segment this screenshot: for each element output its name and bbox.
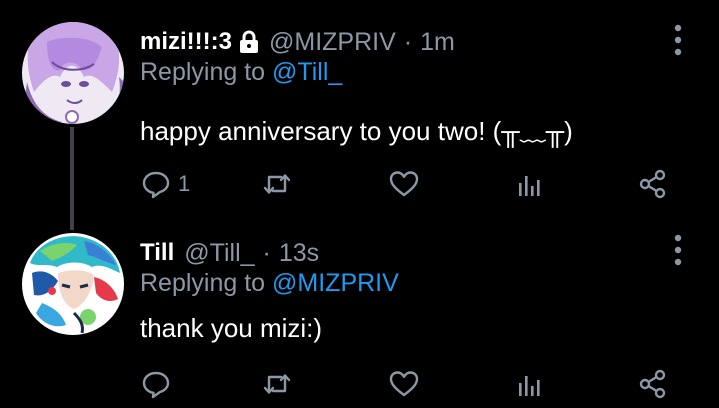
replying-prefix: Replying to <box>140 269 273 297</box>
more-vertical-icon[interactable] <box>667 23 689 57</box>
timestamp[interactable]: 13s <box>279 239 319 268</box>
like-icon <box>389 371 419 397</box>
stats-icon <box>519 176 540 196</box>
tweet-header: mizi!!!:3 @MIZPRIV · 1m <box>140 22 455 62</box>
retweet-icon <box>263 374 291 394</box>
handle[interactable]: @MIZPRIV <box>269 28 396 57</box>
avatar[interactable] <box>22 22 124 124</box>
share-icon <box>639 169 666 199</box>
retweet-icon <box>263 174 291 194</box>
like-icon <box>389 171 419 197</box>
tweet-actions <box>140 366 680 402</box>
display-name[interactable]: Till <box>140 239 174 267</box>
like-button[interactable] <box>388 166 420 202</box>
tweet-text: thank you mizi:) <box>140 313 323 343</box>
replying-handle-link[interactable]: @Till_ <box>272 58 342 86</box>
avatar-image <box>22 233 124 335</box>
separator-dot: · <box>262 238 271 267</box>
tweet-header: Till @Till_ · 13s <box>140 233 319 273</box>
avatar[interactable] <box>22 233 124 335</box>
thread-line <box>70 127 74 230</box>
retweet-button[interactable] <box>261 366 293 402</box>
avatar-image <box>22 22 124 124</box>
retweet-button[interactable] <box>261 166 293 202</box>
share-icon <box>639 369 666 399</box>
reply-button[interactable]: 1 <box>140 166 190 202</box>
display-name[interactable]: mizi!!!:3 <box>140 28 232 56</box>
stats-button[interactable] <box>513 366 545 402</box>
replying-prefix: Replying to <box>140 58 273 86</box>
stats-button[interactable] <box>513 166 545 202</box>
replying-to: Replying to @MIZPRIV <box>140 269 399 298</box>
reply-icon <box>142 371 170 399</box>
timestamp[interactable]: 1m <box>420 28 455 57</box>
reply-icon <box>142 171 170 199</box>
replying-handle-link[interactable]: @MIZPRIV <box>272 269 399 297</box>
like-button[interactable] <box>388 366 420 402</box>
separator-dot: · <box>403 27 413 56</box>
handle[interactable]: @Till_ <box>184 239 254 268</box>
share-button[interactable] <box>637 366 669 402</box>
tweet-actions: 1 <box>140 166 680 202</box>
replying-to: Replying to @Till_ <box>140 58 342 87</box>
stats-icon <box>519 376 540 396</box>
tweet[interactable]: mizi!!!:3 @MIZPRIV · 1m Replying to @Til… <box>0 0 719 230</box>
reply-button[interactable] <box>140 366 178 402</box>
tweet-text: happy anniversary to you two! (╥﹏╥) <box>140 116 573 146</box>
reply-count: 1 <box>178 171 191 196</box>
share-button[interactable] <box>637 166 669 202</box>
more-vertical-icon[interactable] <box>667 233 689 267</box>
lock-icon <box>239 30 259 54</box>
